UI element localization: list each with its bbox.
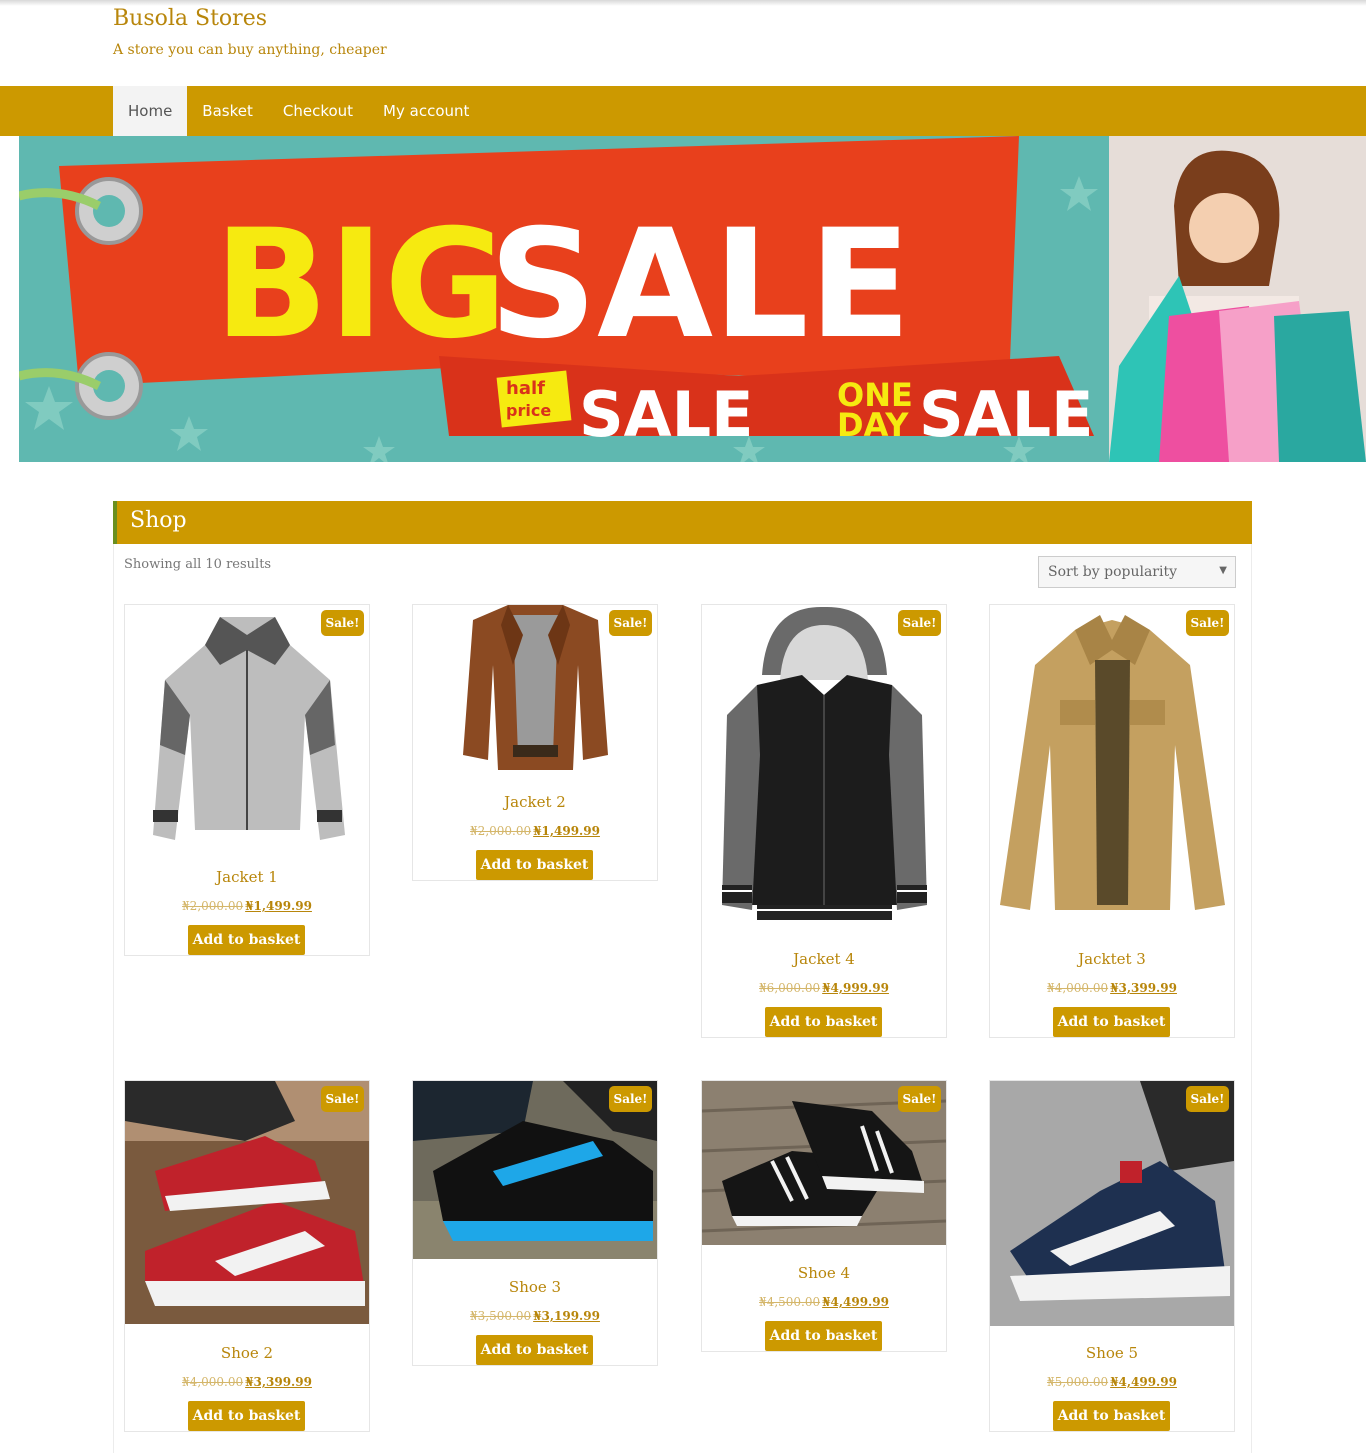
shop-header: Shop bbox=[113, 501, 1252, 544]
product-name[interactable]: Jacket 2 bbox=[413, 793, 657, 811]
banner-big-text: BIG bbox=[214, 198, 507, 372]
banner-sale-text: SALE bbox=[489, 198, 911, 372]
sale-badge: Sale! bbox=[609, 610, 652, 636]
shop-title: Shop bbox=[130, 508, 187, 533]
sale-price: ₦4,499.99 bbox=[1110, 1375, 1177, 1389]
nav-basket[interactable]: Basket bbox=[187, 86, 268, 136]
product-image-jacket[interactable] bbox=[990, 605, 1234, 937]
sale-price: ₦3,399.99 bbox=[1110, 981, 1177, 995]
product-price: ₦6,000.00 ₦4,999.99 bbox=[702, 981, 946, 995]
old-price: ₦4,500.00 bbox=[759, 1295, 821, 1309]
product-name[interactable]: Jacket 1 bbox=[125, 868, 369, 886]
banner-day-text: DAY bbox=[837, 406, 909, 444]
add-to-basket-button[interactable]: Add to basket bbox=[188, 925, 305, 955]
banner-half-sale-text: SALE bbox=[579, 378, 754, 451]
product-image-hoodie[interactable] bbox=[702, 605, 946, 937]
sale-badge: Sale! bbox=[898, 610, 941, 636]
sort-select[interactable]: Sort by popularity ▼ bbox=[1038, 556, 1236, 588]
product-price: ₦5,000.00 ₦4,499.99 bbox=[990, 1375, 1234, 1389]
product-card[interactable]: Sale! Shoe 5 ₦5,000.00 ₦4,499.99 Add to b… bbox=[989, 1080, 1235, 1432]
banner-price-text: price bbox=[506, 401, 551, 420]
sale-badge: Sale! bbox=[1186, 1086, 1229, 1112]
old-price: ₦5,000.00 bbox=[1047, 1375, 1109, 1389]
product-name[interactable]: Shoe 2 bbox=[125, 1344, 369, 1362]
old-price: ₦4,000.00 bbox=[182, 1375, 244, 1389]
product-name[interactable]: Shoe 3 bbox=[413, 1278, 657, 1296]
product-price: ₦4,500.00 ₦4,499.99 bbox=[702, 1295, 946, 1309]
add-to-basket-button[interactable]: Add to basket bbox=[1053, 1401, 1170, 1431]
old-price: ₦6,000.00 bbox=[759, 981, 821, 995]
old-price: ₦2,000.00 bbox=[182, 899, 244, 913]
product-card[interactable]: Sale! Jacktet 3 ₦4,000.00 ₦3,399.99 Add t… bbox=[989, 604, 1235, 1038]
sale-price: ₦3,399.99 bbox=[245, 1375, 312, 1389]
nav-my-account[interactable]: My account bbox=[368, 86, 484, 136]
product-card[interactable]: Sale! Shoe 4 ₦4,500.00 ₦4,499.99 Add to b… bbox=[701, 1080, 947, 1352]
add-to-basket-button[interactable]: Add to basket bbox=[765, 1007, 882, 1037]
sale-badge: Sale! bbox=[898, 1086, 941, 1112]
product-card[interactable]: Sale! Shoe 2 ₦4,000.00 ₦3,399.99 Add to b… bbox=[124, 1080, 370, 1432]
site-tagline: A store you can buy anything, cheaper bbox=[113, 42, 387, 58]
nav-home[interactable]: Home bbox=[113, 86, 188, 136]
product-name[interactable]: Jacktet 3 bbox=[990, 950, 1234, 968]
sale-price: ₦1,499.99 bbox=[533, 824, 600, 838]
add-to-basket-button[interactable]: Add to basket bbox=[476, 1335, 593, 1365]
sale-badge: Sale! bbox=[321, 610, 364, 636]
product-card[interactable]: Sale! Jacket 2 ₦2,000.00 ₦1,499.99 Add to… bbox=[412, 604, 658, 881]
product-price: ₦3,500.00 ₦3,199.99 bbox=[413, 1309, 657, 1323]
add-to-basket-button[interactable]: Add to basket bbox=[476, 850, 593, 880]
sort-selected-value: Sort by popularity bbox=[1048, 564, 1178, 580]
sale-price: ₦1,499.99 bbox=[245, 899, 312, 913]
add-to-basket-button[interactable]: Add to basket bbox=[765, 1321, 882, 1351]
sale-badge: Sale! bbox=[321, 1086, 364, 1112]
site-title[interactable]: Busola Stores bbox=[113, 6, 267, 31]
add-to-basket-button[interactable]: Add to basket bbox=[188, 1401, 305, 1431]
product-card[interactable]: Sale! Jacket 4 ₦6,000.00 ₦4,999.99 Add to… bbox=[701, 604, 947, 1038]
sale-price: ₦4,999.99 bbox=[822, 981, 889, 995]
product-price: ₦2,000.00 ₦1,499.99 bbox=[125, 899, 369, 913]
product-price: ₦2,000.00 ₦1,499.99 bbox=[413, 824, 657, 838]
main-navigation: Home Basket Checkout My account bbox=[0, 86, 1366, 136]
add-to-basket-button[interactable]: Add to basket bbox=[1053, 1007, 1170, 1037]
old-price: ₦4,000.00 bbox=[1047, 981, 1109, 995]
product-image-jacket[interactable] bbox=[125, 605, 369, 855]
old-price: ₦3,500.00 bbox=[470, 1309, 532, 1323]
hero-banner: BIG SALE half price SALE ONE DAY SALE bbox=[19, 136, 1366, 462]
product-card[interactable]: Sale! Shoe 3 ₦3,500.00 ₦3,199.99 Add to b… bbox=[412, 1080, 658, 1366]
nav-checkout[interactable]: Checkout bbox=[268, 86, 368, 136]
result-count: Showing all 10 results bbox=[124, 557, 272, 572]
product-name[interactable]: Shoe 5 bbox=[990, 1344, 1234, 1362]
sale-badge: Sale! bbox=[609, 1086, 652, 1112]
product-image-shoe[interactable] bbox=[125, 1081, 369, 1324]
product-price: ₦4,000.00 ₦3,399.99 bbox=[125, 1375, 369, 1389]
product-image-shoe[interactable] bbox=[990, 1081, 1234, 1326]
product-price: ₦4,000.00 ₦3,399.99 bbox=[990, 981, 1234, 995]
product-name[interactable]: Shoe 4 bbox=[702, 1264, 946, 1282]
chevron-down-icon: ▼ bbox=[1219, 565, 1227, 576]
banner-half-text: half bbox=[506, 378, 545, 399]
old-price: ₦2,000.00 bbox=[470, 824, 532, 838]
product-name[interactable]: Jacket 4 bbox=[702, 950, 946, 968]
sale-price: ₦4,499.99 bbox=[822, 1295, 889, 1309]
sale-price: ₦3,199.99 bbox=[533, 1309, 600, 1323]
banner-oneday-sale-text: SALE bbox=[919, 378, 1094, 451]
product-card[interactable]: Sale! Jacket 1 ₦2,000.00 ₦1,499.99 Add to… bbox=[124, 604, 370, 956]
sale-badge: Sale! bbox=[1186, 610, 1229, 636]
